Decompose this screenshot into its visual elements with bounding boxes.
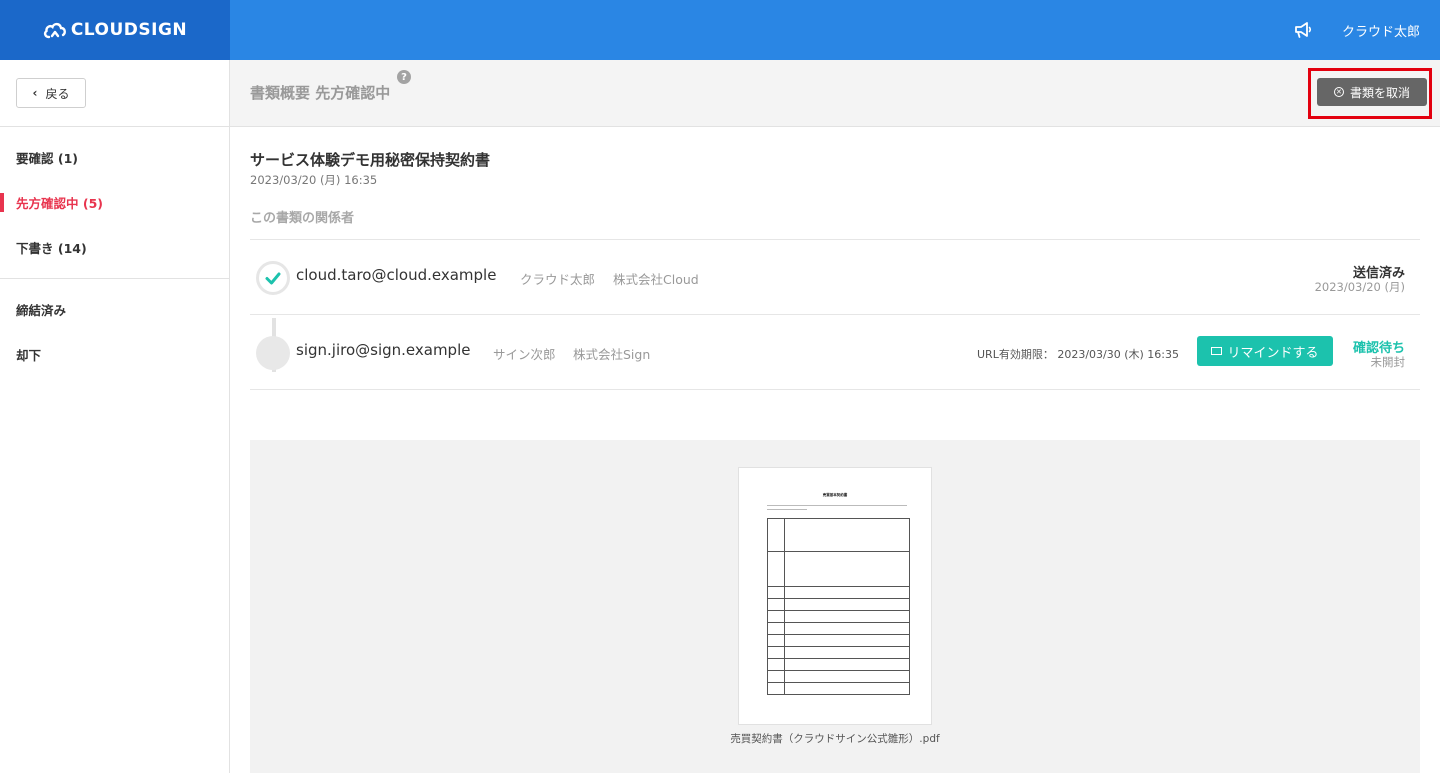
back-area: ‹ 戻る	[0, 60, 229, 127]
sidebar: ‹ 戻る 要確認 (1) 先方確認中 (5) 下書き (14) 締結済み 却下	[0, 60, 230, 773]
back-label: 戻る	[45, 86, 70, 101]
logo-text: CLOUDSIGN	[70, 20, 188, 40]
thumbnail-text-line	[767, 505, 907, 506]
party-status-date: 2023/03/20 (月)	[1314, 280, 1405, 294]
thumbnail-text-line	[767, 509, 807, 510]
sidebar-item-awaiting-counterparty[interactable]: 先方確認中 (5)	[0, 180, 229, 225]
party-name: クラウド太郎	[520, 272, 596, 287]
title-bar: 書類概要 先方確認中 ? ✕ 書類を取消	[230, 60, 1440, 127]
party-row: cloud.taro@cloud.example クラウド太郎 株式会社Clou…	[250, 240, 1420, 315]
sidebar-item-rejected[interactable]: 却下	[0, 332, 229, 377]
thumbnail-table	[767, 518, 910, 695]
party-email: cloud.taro@cloud.example	[296, 266, 497, 284]
nav-group-closed: 締結済み 却下	[0, 279, 229, 385]
document-title: サービス体験デモ用秘密保持契約書	[250, 151, 491, 169]
party-status-sub: 未開封	[1370, 355, 1406, 369]
remind-button[interactable]: リマインドする	[1197, 336, 1333, 366]
party-row: sign.jiro@sign.example サイン次郎 株式会社Sign UR…	[250, 315, 1420, 390]
chevron-left-icon: ‹	[32, 86, 38, 100]
logo[interactable]: CLOUDSIGN	[0, 0, 230, 60]
check-icon	[256, 261, 290, 295]
sidebar-item-label: 下書き (14)	[16, 241, 87, 256]
sidebar-item-label: 締結済み	[16, 303, 67, 318]
close-circle-icon: ✕	[1333, 87, 1344, 97]
page-title: 書類概要 先方確認中	[250, 84, 391, 102]
user-menu[interactable]: クラウド太郎	[1342, 21, 1420, 40]
sidebar-item-needs-review[interactable]: 要確認 (1)	[0, 135, 229, 180]
party-list: cloud.taro@cloud.example クラウド太郎 株式会社Clou…	[250, 239, 1420, 390]
sidebar-item-concluded[interactable]: 締結済み	[0, 287, 229, 332]
thumbnail-title: 売買基本契約書	[822, 493, 848, 497]
sidebar-item-label: 先方確認中 (5)	[16, 196, 103, 211]
cloud-icon	[43, 22, 66, 39]
sidebar-item-label: 却下	[16, 348, 42, 363]
main-content: 書類概要 先方確認中 ? ✕ 書類を取消 サービス体験デモ用秘密保持契約書 20…	[230, 60, 1440, 773]
help-icon[interactable]: ?	[397, 70, 411, 84]
pending-dot-icon	[256, 336, 290, 370]
sidebar-item-label: 要確認 (1)	[16, 151, 78, 166]
remind-label: リマインドする	[1227, 345, 1319, 361]
party-email: sign.jiro@sign.example	[296, 341, 471, 359]
nav-group-active: 要確認 (1) 先方確認中 (5) 下書き (14)	[0, 127, 229, 279]
pdf-thumbnail[interactable]: 売買基本契約書	[738, 467, 932, 725]
document-date: 2023/03/20 (月) 16:35	[250, 173, 378, 187]
sidebar-item-drafts[interactable]: 下書き (14)	[0, 225, 229, 270]
back-button[interactable]: ‹ 戻る	[16, 78, 86, 108]
cancel-document-button[interactable]: ✕ 書類を取消	[1317, 78, 1427, 106]
party-name: サイン次郎	[493, 347, 556, 362]
parties-heading: この書類の関係者	[250, 211, 355, 226]
attachment-preview: 売買基本契約書 売買契約書（クラウドサイン公式雛形）.pdf	[250, 440, 1420, 773]
attachment-file-name[interactable]: 売買契約書（クラウドサイン公式雛形）.pdf	[725, 732, 945, 747]
party-company: 株式会社Cloud	[613, 272, 699, 287]
party-company: 株式会社Sign	[573, 347, 651, 362]
url-expiry: URL有効期限： 2023/03/30 (木) 16:35	[977, 348, 1179, 361]
cancel-label: 書類を取消	[1349, 85, 1410, 100]
app-header: CLOUDSIGN クラウド太郎	[0, 0, 1440, 60]
header-right: クラウド太郎	[1292, 0, 1420, 60]
megaphone-icon[interactable]	[1292, 19, 1314, 41]
envelope-icon	[1211, 347, 1223, 355]
